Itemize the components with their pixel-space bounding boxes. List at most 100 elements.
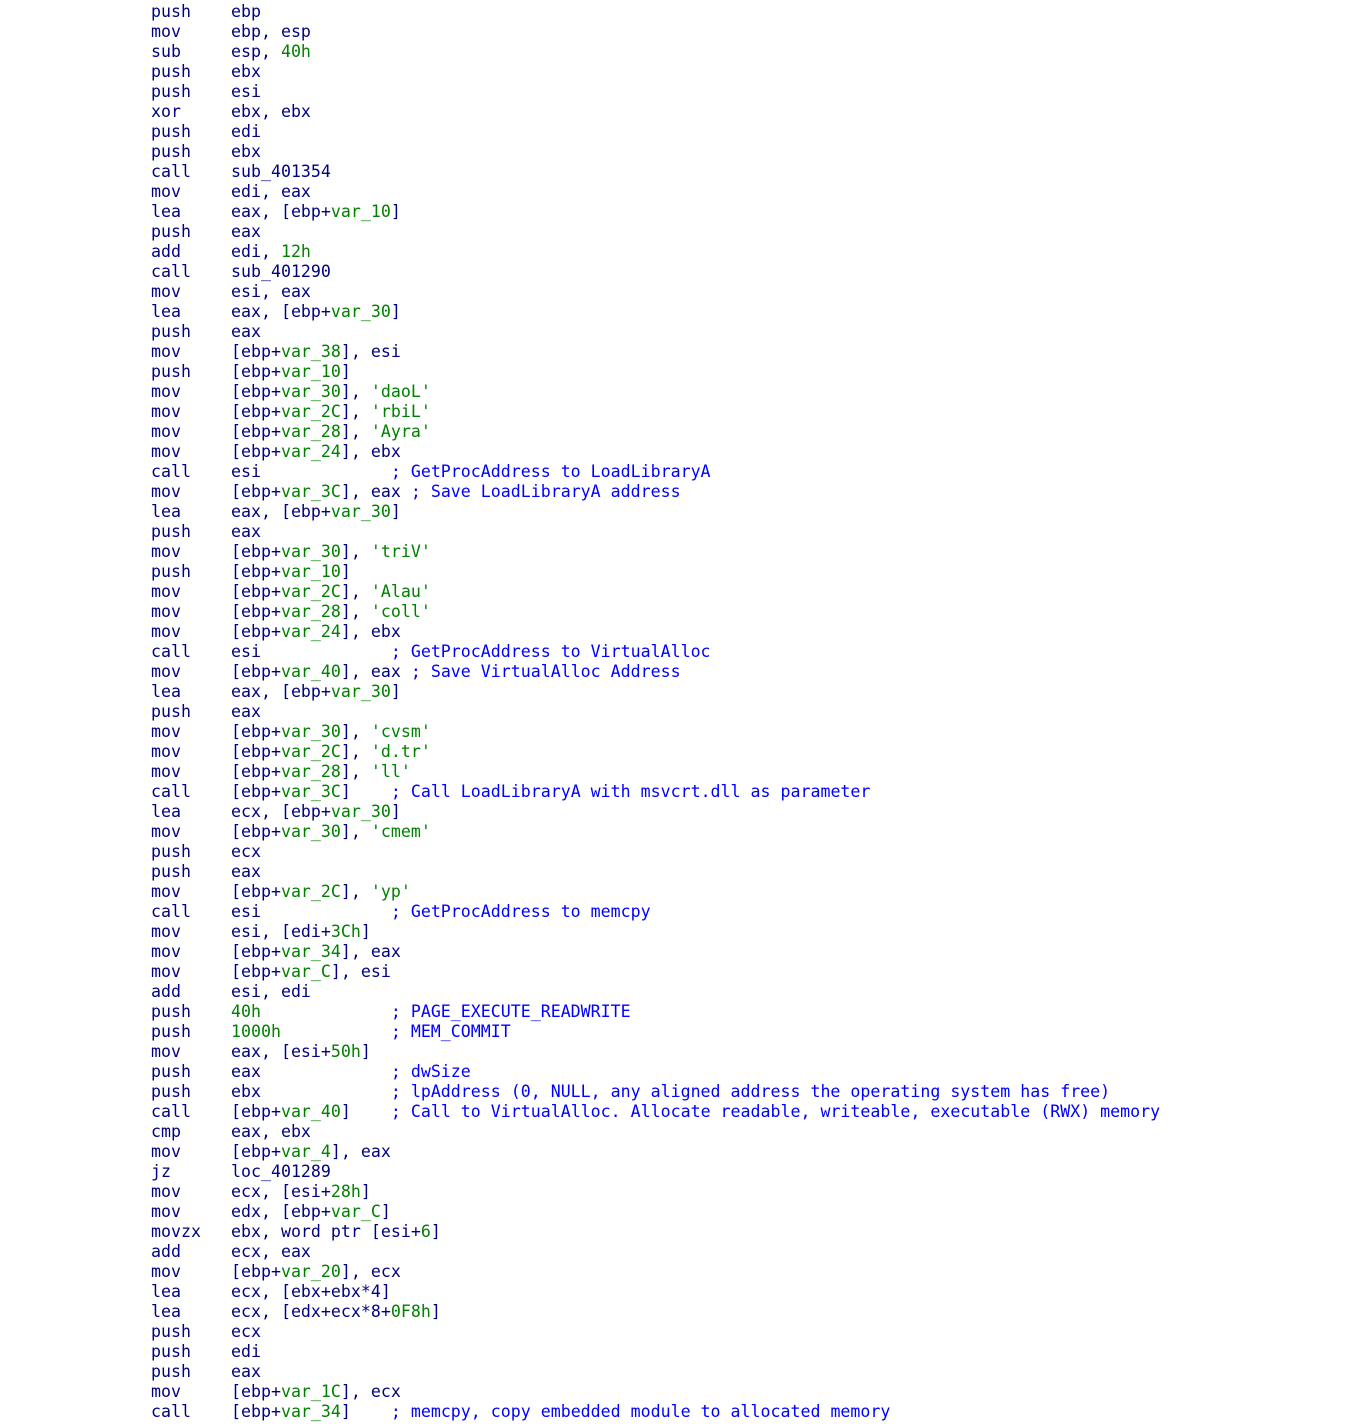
operand-token: ], ebx: [340, 442, 401, 461]
instruction-mnemonic: mov: [151, 882, 181, 901]
instruction-line[interactable]: mov [ebp+var_24], ebx: [151, 442, 1160, 462]
instruction-line[interactable]: mov [ebp+var_30], 'triV': [151, 542, 1160, 562]
instruction-operands: [ebp+var_28], 'coll': [231, 602, 431, 622]
operand-token: [ebp+: [231, 402, 281, 421]
instruction-line[interactable]: mov [ebp+var_C], esi: [151, 962, 1160, 982]
instruction-operands: esi: [231, 82, 261, 102]
instruction-line[interactable]: call sub_401354: [151, 162, 1160, 182]
instruction-mnemonic: jz: [151, 1162, 171, 1181]
instruction-line[interactable]: push [ebp+var_10]: [151, 362, 1160, 382]
instruction-line[interactable]: cmp eax, ebx: [151, 1122, 1160, 1142]
instruction-line[interactable]: sub esp, 40h: [151, 42, 1160, 62]
operand-token: ]: [360, 1182, 371, 1201]
instruction-line[interactable]: mov [ebp+var_28], 'll': [151, 762, 1160, 782]
instruction-line[interactable]: call [ebp+var_34] ; memcpy, copy embedded…: [151, 1402, 1160, 1422]
instruction-line[interactable]: add esi, edi: [151, 982, 1160, 1002]
instruction-operands: ecx, [edx+ecx*8+0F8h]: [231, 1302, 441, 1322]
instruction-line[interactable]: mov eax, [esi+50h]: [151, 1042, 1160, 1062]
instruction-line[interactable]: mov edx, [ebp+var_C]: [151, 1202, 1160, 1222]
instruction-line[interactable]: push eax: [151, 702, 1160, 722]
instruction-line[interactable]: mov [ebp+var_2C], 'rbiL': [151, 402, 1160, 422]
operand-token: [ebp+: [231, 1142, 281, 1161]
instruction-line[interactable]: mov [ebp+var_3C], eax ; Save LoadLibraryA…: [151, 482, 1160, 502]
instruction-line[interactable]: mov [ebp+var_2C], 'yp': [151, 882, 1160, 902]
instruction-line[interactable]: push 40h ; PAGE_EXECUTE_READWRITE: [151, 1002, 1160, 1022]
instruction-line[interactable]: mov [ebp+var_28], 'coll': [151, 602, 1160, 622]
instruction-line[interactable]: push ebp: [151, 2, 1160, 22]
instruction-line[interactable]: add ecx, eax: [151, 1242, 1160, 1262]
instruction-line[interactable]: call esi ; GetProcAddress to LoadLibraryA: [151, 462, 1160, 482]
instruction-operands: [ebp+var_2C], 'Alau': [231, 582, 431, 602]
instruction-operands: eax: [231, 322, 261, 342]
instruction-line[interactable]: push ebx: [151, 62, 1160, 82]
instruction-line[interactable]: push eax: [151, 522, 1160, 542]
instruction-line[interactable]: movzx ebx, word ptr [esi+6]: [151, 1222, 1160, 1242]
instruction-line[interactable]: call esi ; GetProcAddress to memcpy: [151, 902, 1160, 922]
operand-token: esi: [231, 902, 261, 921]
instruction-line[interactable]: mov edi, eax: [151, 182, 1160, 202]
instruction-line[interactable]: push eax ; dwSize: [151, 1062, 1160, 1082]
instruction-line[interactable]: mov [ebp+var_24], ebx: [151, 622, 1160, 642]
instruction-line[interactable]: call sub_401290: [151, 262, 1160, 282]
instruction-line[interactable]: mov [ebp+var_38], esi: [151, 342, 1160, 362]
operand-token: ]: [390, 302, 401, 321]
instruction-line[interactable]: mov [ebp+var_30], 'cmem': [151, 822, 1160, 842]
instruction-line[interactable]: call esi ; GetProcAddress to VirtualAlloc: [151, 642, 1160, 662]
instruction-line[interactable]: mov [ebp+var_30], 'cvsm': [151, 722, 1160, 742]
instruction-line[interactable]: call [ebp+var_40] ; Call to VirtualAlloc.…: [151, 1102, 1160, 1122]
instruction-line[interactable]: mov esi, [edi+3Ch]: [151, 922, 1160, 942]
operand-token: edi: [231, 122, 261, 141]
instruction-line[interactable]: push edi: [151, 1342, 1160, 1362]
instruction-line[interactable]: lea ecx, [edx+ecx*8+0F8h]: [151, 1302, 1160, 1322]
instruction-line[interactable]: mov ecx, [esi+28h]: [151, 1182, 1160, 1202]
instruction-line[interactable]: mov [ebp+var_2C], 'd.tr': [151, 742, 1160, 762]
instruction-line[interactable]: mov esi, eax: [151, 282, 1160, 302]
instruction-line[interactable]: lea eax, [ebp+var_30]: [151, 682, 1160, 702]
operand-token: [ebp+: [231, 562, 281, 581]
instruction-line[interactable]: push eax: [151, 1362, 1160, 1382]
instruction-line[interactable]: add edi, 12h: [151, 242, 1160, 262]
instruction-line[interactable]: push ebx: [151, 142, 1160, 162]
operand-token: ]: [340, 562, 351, 581]
instruction-mnemonic: call: [151, 262, 191, 281]
instruction-line[interactable]: push eax: [151, 322, 1160, 342]
instruction-comment: ; MEM_COMMIT: [280, 1022, 511, 1041]
instruction-line[interactable]: mov [ebp+var_4], eax: [151, 1142, 1160, 1162]
instruction-line[interactable]: lea eax, [ebp+var_30]: [151, 302, 1160, 322]
instruction-mnemonic: call: [151, 642, 191, 661]
instruction-line[interactable]: push 1000h ; MEM_COMMIT: [151, 1022, 1160, 1042]
instruction-line[interactable]: lea ecx, [ebx+ebx*4]: [151, 1282, 1160, 1302]
variable-token: var_40: [280, 1102, 341, 1121]
instruction-line[interactable]: push [ebp+var_10]: [151, 562, 1160, 582]
operand-token: [ebp+: [231, 662, 281, 681]
instruction-mnemonic: push: [151, 702, 191, 721]
variable-token: var_24: [280, 622, 341, 641]
instruction-line[interactable]: push ebx ; lpAddress (0, NULL, any aligne…: [151, 1082, 1160, 1102]
instruction-line[interactable]: mov [ebp+var_1C], ecx: [151, 1382, 1160, 1402]
instruction-line[interactable]: mov [ebp+var_20], ecx: [151, 1262, 1160, 1282]
operand-token: ],: [340, 602, 371, 621]
instruction-line[interactable]: lea eax, [ebp+var_30]: [151, 502, 1160, 522]
instruction-line[interactable]: push edi: [151, 122, 1160, 142]
instruction-line[interactable]: push esi: [151, 82, 1160, 102]
instruction-line[interactable]: mov ebp, esp: [151, 22, 1160, 42]
instruction-line[interactable]: push ecx: [151, 1322, 1160, 1342]
instruction-operands: [ebp+var_2C], 'd.tr': [231, 742, 431, 762]
instruction-line[interactable]: call [ebp+var_3C] ; Call LoadLibraryA wit…: [151, 782, 1160, 802]
instruction-line[interactable]: mov [ebp+var_40], eax ; Save VirtualAlloc…: [151, 662, 1160, 682]
instruction-line[interactable]: mov [ebp+var_34], eax: [151, 942, 1160, 962]
instruction-line[interactable]: lea ecx, [ebp+var_30]: [151, 802, 1160, 822]
instruction-line[interactable]: mov [ebp+var_30], 'daoL': [151, 382, 1160, 402]
instruction-line[interactable]: xor ebx, ebx: [151, 102, 1160, 122]
operand-token: ], eax: [340, 662, 401, 681]
operand-token: edi, eax: [231, 182, 311, 201]
instruction-line[interactable]: push ecx: [151, 842, 1160, 862]
instruction-line[interactable]: lea eax, [ebp+var_10]: [151, 202, 1160, 222]
instruction-operands: ebx, ebx: [231, 102, 311, 122]
instruction-line[interactable]: jz loc_401289: [151, 1162, 1160, 1182]
instruction-line[interactable]: push eax: [151, 222, 1160, 242]
instruction-line[interactable]: mov [ebp+var_2C], 'Alau': [151, 582, 1160, 602]
instruction-line[interactable]: mov [ebp+var_28], 'Ayra': [151, 422, 1160, 442]
operand-token: [ebp+: [231, 762, 281, 781]
instruction-line[interactable]: push eax: [151, 862, 1160, 882]
